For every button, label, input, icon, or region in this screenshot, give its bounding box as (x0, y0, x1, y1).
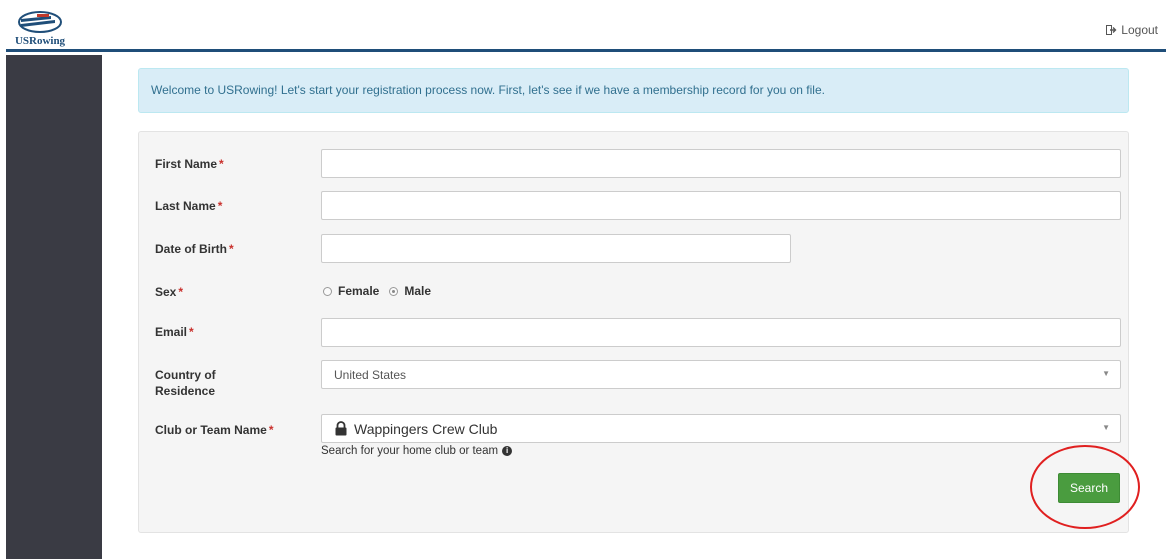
info-icon[interactable]: i (502, 446, 513, 456)
required-marker: * (229, 242, 234, 256)
registration-form-panel: First Name * Last Name * Date of Birth * Se… (138, 131, 1129, 533)
required-marker: * (178, 285, 184, 299)
sex-radio-group: Female Male (323, 284, 431, 298)
female-radio-label: Female (338, 284, 380, 298)
country-select[interactable]: United States ▼ (321, 360, 1121, 389)
usrowing-logo[interactable]: USRowing (15, 10, 65, 48)
male-radio[interactable] (389, 286, 399, 296)
search-button[interactable]: Search (1058, 473, 1120, 503)
logout-link[interactable]: Logout (1106, 23, 1158, 37)
chevron-down-icon: ▼ (1102, 423, 1110, 432)
required-marker: * (217, 199, 223, 213)
required-marker: * (268, 423, 274, 437)
logout-icon (1106, 25, 1117, 35)
dob-label: Date of Birth * (155, 242, 234, 256)
email-input[interactable] (321, 318, 1121, 347)
chevron-down-icon: ▼ (1102, 369, 1110, 378)
club-help-text: Search for your home club or team i (321, 445, 513, 457)
welcome-alert: Welcome to USRowing! Let's start your re… (138, 68, 1129, 113)
required-marker: * (189, 325, 194, 339)
sex-label: Sex * (155, 285, 184, 299)
last-name-label: Last Name * (155, 199, 223, 213)
club-select-value: Wappingers Crew Club (354, 421, 498, 437)
first-name-label: First Name * (155, 157, 224, 171)
country-select-value: United States (334, 368, 407, 382)
required-marker: * (219, 157, 224, 171)
country-label: Country of Residence (155, 368, 216, 398)
email-label: Email * (155, 325, 194, 339)
main-content: Welcome to USRowing! Let's start your re… (102, 55, 1166, 559)
female-radio[interactable] (323, 286, 332, 296)
lock-icon (335, 421, 347, 436)
male-radio-label: Male (404, 284, 432, 298)
club-label: Club or Team Name * (155, 423, 274, 437)
top-navbar: USRowing Logout (6, 8, 1166, 52)
logout-label: Logout (1121, 23, 1158, 37)
sidebar (6, 55, 102, 559)
dob-input[interactable] (321, 234, 791, 263)
club-select[interactable]: Wappingers Crew Club ▼ (321, 414, 1121, 443)
logo-wordmark: USRowing (15, 35, 65, 47)
first-name-input[interactable] (321, 149, 1121, 178)
last-name-input[interactable] (321, 191, 1121, 220)
